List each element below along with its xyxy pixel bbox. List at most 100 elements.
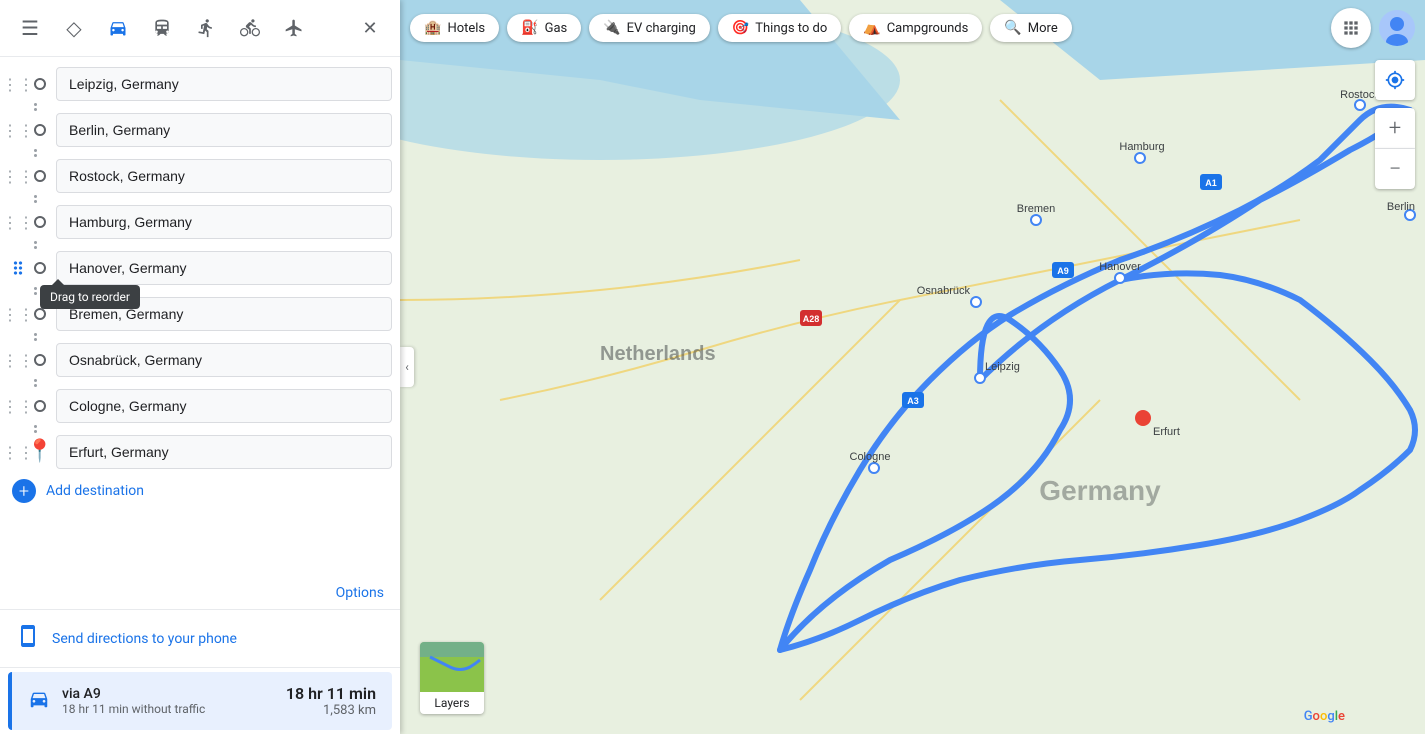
campgrounds-pill[interactable]: ⛺ Campgrounds [849, 14, 982, 42]
route-distance: 1,583 km [286, 703, 376, 718]
waypoint-row-2: ⋮⋮ [0, 111, 400, 149]
map-area[interactable]: Rostock Hamburg Berlin Bremen Hanover Os… [400, 0, 1425, 734]
waypoint-icon-1 [28, 72, 52, 96]
drag-handle-8[interactable]: ⋮⋮ [8, 397, 28, 416]
waypoint-input-2[interactable] [56, 113, 392, 147]
walking-mode-icon[interactable] [186, 8, 226, 48]
drag-tooltip: Drag to reorder [40, 285, 140, 309]
route-traffic: 18 hr 11 min without traffic [62, 702, 274, 716]
ev-icon: 🔌 [603, 20, 620, 36]
route-via: via A9 [62, 686, 274, 702]
route-time-dist: 18 hr 11 min 1,583 km [286, 684, 376, 718]
drag-handle-5[interactable] [8, 258, 28, 278]
svg-text:A1: A1 [1205, 178, 1217, 188]
gas-label: Gas [545, 21, 568, 36]
more-label: More [1028, 21, 1058, 36]
search-icon[interactable]: ◇ [54, 8, 94, 48]
waypoint-icon-8 [28, 394, 52, 418]
svg-text:Cologne: Cologne [850, 451, 891, 463]
hotels-pill[interactable]: 🏨 Hotels [410, 14, 499, 42]
waypoint-input-4[interactable] [56, 205, 392, 239]
camp-label: Campgrounds [887, 21, 969, 36]
zoom-out-button[interactable]: − [1375, 149, 1415, 189]
cycling-mode-icon[interactable] [230, 8, 270, 48]
user-avatar[interactable] [1379, 10, 1415, 46]
route-car-icon [28, 688, 50, 715]
options-link[interactable]: Options [336, 585, 384, 601]
drag-handle-3[interactable]: ⋮⋮ [8, 167, 28, 186]
waypoint-input-5[interactable] [56, 251, 392, 285]
send-directions-icon [16, 624, 40, 653]
svg-text:Hamburg: Hamburg [1119, 141, 1164, 153]
add-destination-row[interactable]: + Add destination [0, 471, 400, 511]
drag-handle-9[interactable]: ⋮⋮ [8, 443, 28, 462]
layers-label: Layers [434, 692, 469, 714]
close-button[interactable]: ✕ [350, 8, 390, 48]
waypoint-input-8[interactable] [56, 389, 392, 423]
waypoint-icon-2 [28, 118, 52, 142]
more-icon: 🔍 [1004, 20, 1021, 36]
waypoint-row-4: ⋮⋮ [0, 203, 400, 241]
things-label: Things to do [755, 21, 827, 36]
gas-icon: ⛽ [521, 20, 538, 36]
camp-icon: ⛺ [863, 20, 880, 36]
waypoint-input-3[interactable] [56, 159, 392, 193]
waypoint-row-5: Drag to reorder [0, 249, 400, 287]
waypoint-icon-4 [28, 210, 52, 234]
transit-mode-icon[interactable] [142, 8, 182, 48]
svg-text:Osnabrück: Osnabrück [917, 285, 971, 297]
menu-icon[interactable]: ☰ [10, 8, 50, 48]
zoom-in-button[interactable]: + [1375, 108, 1415, 148]
waypoint-row-3: ⋮⋮ [0, 157, 400, 195]
add-destination-plus-icon: + [12, 479, 36, 503]
drag-handle-7[interactable]: ⋮⋮ [8, 351, 28, 370]
hotels-icon: 🏨 [424, 20, 441, 36]
send-directions-label: Send directions to your phone [52, 631, 237, 647]
waypoint-input-1[interactable] [56, 67, 392, 101]
apps-grid-button[interactable] [1331, 8, 1371, 48]
svg-text:A28: A28 [803, 314, 820, 324]
svg-text:Bremen: Bremen [1017, 203, 1056, 215]
ev-charging-pill[interactable]: 🔌 EV charging [589, 14, 710, 42]
ev-label: EV charging [627, 21, 696, 36]
things-icon: 🎯 [732, 20, 749, 36]
waypoint-row-8: ⋮⋮ [0, 387, 400, 425]
layers-thumbnail [420, 642, 484, 692]
drag-handle-1[interactable]: ⋮⋮ [8, 75, 28, 94]
my-location-button[interactable] [1375, 60, 1415, 100]
waypoint-icon-5 [28, 256, 52, 280]
google-logo: Google [1304, 709, 1345, 724]
waypoint-row-1: ⋮⋮ [0, 65, 400, 103]
waypoint-input-9[interactable] [56, 435, 392, 469]
top-nav: ☰ ◇ ✕ [0, 0, 400, 57]
svg-text:Erfurt: Erfurt [1153, 426, 1180, 438]
add-destination-label: Add destination [46, 483, 144, 499]
sidebar: ☰ ◇ ✕ ⋮⋮ [0, 0, 400, 734]
svg-text:Germany: Germany [1039, 475, 1161, 506]
waypoint-input-7[interactable] [56, 343, 392, 377]
things-to-do-pill[interactable]: 🎯 Things to do [718, 14, 841, 42]
route-info: via A9 18 hr 11 min without traffic [62, 686, 274, 716]
waypoint-icon-7 [28, 348, 52, 372]
drag-handle-2[interactable]: ⋮⋮ [8, 121, 28, 140]
route-card[interactable]: via A9 18 hr 11 min without traffic 18 h… [8, 672, 392, 730]
waypoint-icon-3 [28, 164, 52, 188]
svg-text:A9: A9 [1057, 266, 1069, 276]
svg-text:Netherlands: Netherlands [600, 343, 716, 365]
more-pill[interactable]: 🔍 More [990, 14, 1071, 42]
zoom-controls: + − [1375, 108, 1415, 189]
send-directions-row[interactable]: Send directions to your phone [0, 610, 400, 668]
drag-handle-6[interactable]: ⋮⋮ [8, 305, 28, 324]
waypoint-row-7: ⋮⋮ [0, 341, 400, 379]
sidebar-collapse-button[interactable]: ‹ [400, 347, 414, 387]
svg-text:Leipzig: Leipzig [985, 361, 1020, 373]
layers-button[interactable]: Layers [420, 642, 484, 714]
svg-text:Hanover: Hanover [1099, 261, 1141, 273]
route-time: 18 hr 11 min [286, 684, 376, 703]
waypoint-icon-9: 📍 [28, 440, 52, 464]
gas-pill[interactable]: ⛽ Gas [507, 14, 581, 42]
flight-mode-icon[interactable] [274, 8, 314, 48]
driving-mode-icon[interactable] [98, 8, 138, 48]
waypoint-row-9: ⋮⋮ 📍 [0, 433, 400, 471]
drag-handle-4[interactable]: ⋮⋮ [8, 213, 28, 232]
